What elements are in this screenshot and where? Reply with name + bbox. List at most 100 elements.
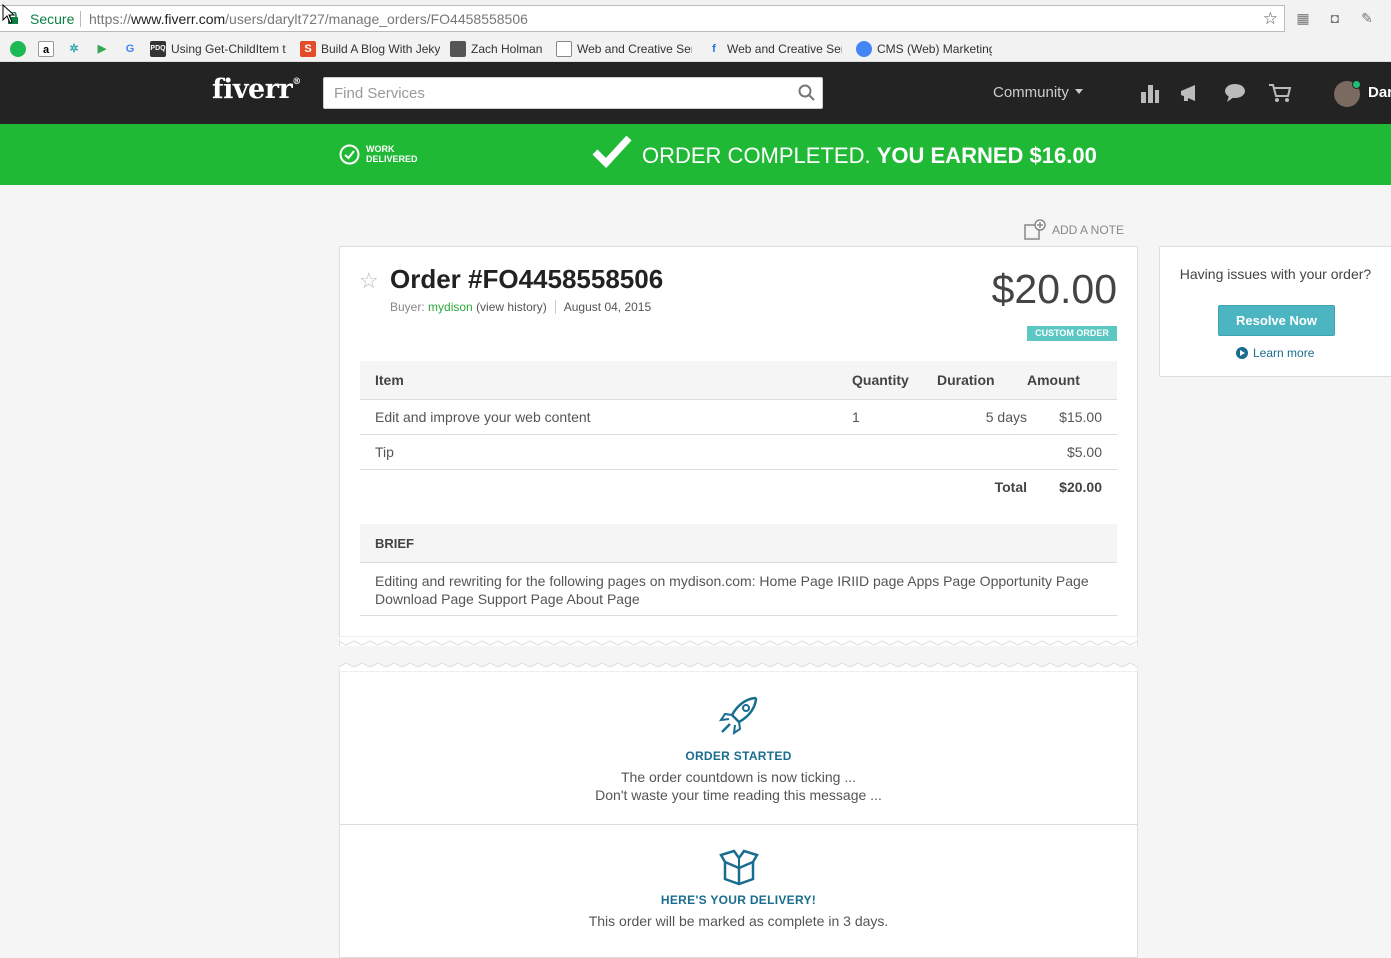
pocket-ext-icon[interactable]: ◘ [1326, 10, 1344, 28]
add-note-button[interactable]: ADD A NOTE [1024, 219, 1124, 241]
order-status-banner: WORK DELIVERED ORDER COMPLETED. YOU EARNE… [0, 124, 1391, 185]
col-duration: Duration [937, 361, 1027, 400]
s-icon: S [300, 41, 316, 57]
mouse-cursor-icon [2, 4, 16, 24]
online-status-dot [1352, 80, 1361, 89]
brief-text: Editing and rewriting for the following … [360, 563, 1117, 616]
community-menu[interactable]: Community [993, 84, 1069, 101]
total-label: Total [994, 478, 1027, 495]
analytics-icon[interactable] [1138, 82, 1162, 104]
resolve-now-button[interactable]: Resolve Now [1218, 305, 1335, 336]
total-spacer [837, 469, 937, 504]
bookmark-star-icon[interactable]: ☆ [1263, 9, 1278, 29]
col-amount: Amount [1027, 361, 1117, 400]
cell-item: Edit and improve your web content [360, 399, 837, 435]
check-circle-icon [339, 144, 360, 165]
cell-quantity: 1 [837, 399, 937, 435]
banner-completed-text: ORDER COMPLETED. [642, 143, 871, 168]
banner-message: ORDER COMPLETED. YOU EARNED $16.00 [642, 143, 1097, 169]
issues-question: Having issues with your order? [1179, 266, 1372, 282]
order-date: August 04, 2015 [563, 300, 652, 314]
search-input[interactable] [324, 78, 784, 108]
col-quantity: Quantity [837, 361, 937, 400]
total-value: $20.00 [1059, 478, 1102, 495]
torn-edge-bottom [339, 636, 1138, 646]
table-row: Edit and improve your web content 1 5 da… [360, 399, 1117, 435]
evernote-ext-icon[interactable]: ✎ [1358, 10, 1376, 28]
status-line-2: DELIVERED [366, 154, 418, 164]
buyer-link[interactable]: mydison [428, 300, 473, 314]
cell-duration [937, 434, 1027, 470]
bookmark-childitem[interactable]: PDQ Using Get-ChildItem t [150, 39, 290, 59]
person-icon [450, 41, 466, 57]
learn-more-label: Learn more [1253, 346, 1315, 360]
brief-heading: BRIEF [360, 524, 1117, 563]
bookmark-label: Zach Holman [471, 42, 543, 56]
meta-divider [554, 300, 556, 314]
bookmark-web-creative-2[interactable]: f Web and Creative Ser [706, 39, 842, 59]
bookmark-spotify[interactable] [10, 39, 26, 59]
omnibox-divider [80, 11, 81, 27]
search-icon[interactable] [798, 84, 816, 102]
google-icon: G [125, 43, 135, 55]
chat-bubble-icon[interactable] [1223, 82, 1247, 104]
table-header-row: Item Quantity Duration Amount [360, 361, 1117, 400]
amazon-icon: a [38, 41, 54, 57]
view-history-link[interactable]: (view history) [476, 300, 547, 314]
play-store-icon: ▶ [97, 43, 107, 55]
cell-amount: $5.00 [1027, 434, 1117, 470]
fiverr-logo[interactable]: fiverr® [212, 74, 301, 105]
url-text[interactable]: https://www.fiverr.com/users/darylt727/m… [89, 11, 528, 27]
cell-item: Tip [360, 434, 837, 470]
order-started-line-2: Don't waste your time reading this messa… [595, 787, 882, 803]
secure-label: Secure [30, 11, 75, 27]
spotify-icon [10, 41, 26, 57]
bookmark-label: Web and Creative Ser [727, 42, 842, 56]
timeline-delivery: HERE'S YOUR DELIVERY! This order will be… [339, 848, 1138, 930]
add-note-icon [1024, 219, 1046, 240]
learn-more-link[interactable]: Learn more [1236, 346, 1314, 360]
bookmark-blog-jekyll[interactable]: S Build A Blog With Jeky [300, 39, 440, 59]
banner-earned-text: YOU EARNED $16.00 [876, 143, 1097, 168]
cell-quantity [837, 434, 937, 470]
calendar-ext-icon[interactable]: ▦ [1294, 10, 1312, 28]
bookmark-amazon[interactable]: a [38, 39, 54, 59]
bookmark-label: Using Get-ChildItem t [171, 42, 286, 56]
megaphone-icon[interactable] [1179, 82, 1203, 104]
bookmark-play-store[interactable]: ▶ [94, 39, 110, 59]
timeline-divider [339, 824, 1138, 825]
col-item: Item [360, 361, 837, 400]
chevron-down-icon [1075, 89, 1083, 94]
order-price: $20.00 [991, 266, 1117, 312]
f-icon: f [712, 43, 716, 55]
delivery-text: This order will be marked as complete in… [588, 913, 889, 929]
bookmark-google[interactable]: G [122, 39, 138, 59]
username[interactable]: Dar [1368, 84, 1391, 101]
rocket-icon [718, 696, 757, 736]
cart-icon[interactable] [1268, 82, 1292, 104]
cell-duration: 5 days [937, 399, 1027, 435]
bookmarks-bar: a ✲ ▶ G PDQ Using Get-ChildItem t S Build … [0, 37, 1391, 62]
work-delivered-label: WORK DELIVERED [366, 144, 418, 164]
delivery-heading: HERE'S YOUR DELIVERY! [660, 893, 817, 907]
pdq-icon: PDQ [150, 41, 166, 57]
order-items-table: Item Quantity Duration Amount Edit and i… [360, 361, 1117, 504]
order-started-heading: ORDER STARTED [685, 749, 792, 763]
order-title: Order #FO4458558506 [390, 264, 664, 294]
url-omnibox[interactable]: Secure https://www.fiverr.com/users/dary… [0, 5, 1285, 32]
bookmark-web-creative-1[interactable]: Web and Creative Ser [556, 39, 692, 59]
total-row: Total $20.00 [360, 469, 1117, 504]
order-started-line-1: The order countdown is now ticking ... [620, 769, 856, 785]
cell-amount: $15.00 [1027, 399, 1117, 435]
bookmark-cms-marketing[interactable]: CMS (Web) Marketing [856, 39, 992, 59]
bookmark-label: Build A Blog With Jeky [321, 42, 440, 56]
table-row: Tip $5.00 [360, 434, 1117, 470]
url-host: www.fiverr.com [131, 11, 226, 27]
bookmark-snowflake[interactable]: ✲ [66, 39, 82, 59]
site-header: fiverr® Community Dar [0, 62, 1391, 124]
order-meta: Buyer: mydison (view history) August 04, … [390, 300, 651, 314]
bookmark-zach-holman[interactable]: Zach Holman [450, 39, 550, 59]
total-spacer [360, 469, 837, 504]
favorite-star-icon[interactable]: ☆ [359, 268, 379, 294]
url-scheme: https:// [89, 11, 132, 27]
